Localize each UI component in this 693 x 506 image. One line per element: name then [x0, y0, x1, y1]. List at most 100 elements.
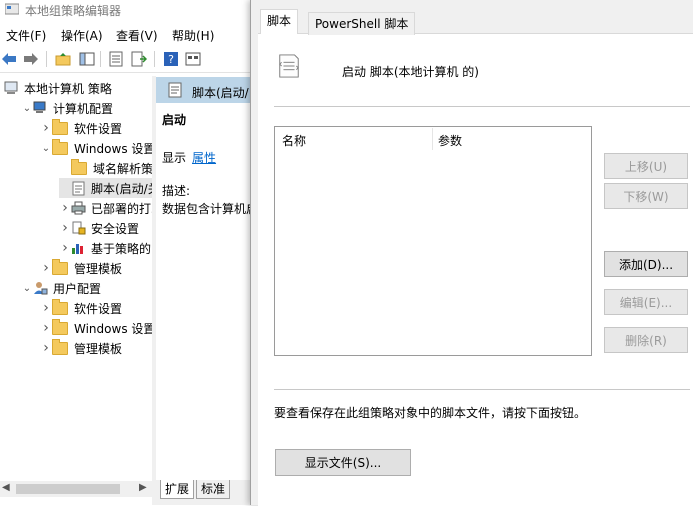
tab-scripts[interactable]: 脚本	[260, 9, 299, 34]
chevron-down-icon[interactable]: ⌄	[40, 143, 52, 154]
chevron-down-icon[interactable]: ⌄	[21, 103, 33, 114]
tree-item-label: 软件设置	[74, 301, 123, 316]
menu-bar: 文件(F) 操作(A) 查看(V) 帮助(H)	[0, 22, 252, 44]
tree-item-label: 已部署的打印	[91, 201, 152, 216]
separator-line	[274, 389, 690, 390]
tree-item-label: Windows 设置	[74, 141, 152, 156]
tree-item[interactable]: › 软件设置	[40, 118, 122, 138]
folder-icon	[52, 118, 68, 135]
chart-icon	[71, 241, 86, 255]
description-label: 描述:	[162, 184, 191, 198]
filter-view-icon[interactable]	[184, 50, 202, 68]
chevron-right-icon[interactable]: ›	[40, 340, 52, 356]
tree-item[interactable]: › 已部署的打印	[59, 198, 152, 218]
tree-item-label: 管理模板	[74, 261, 123, 276]
scripts-list[interactable]	[274, 126, 592, 356]
chevron-right-icon[interactable]: ›	[59, 220, 71, 236]
tree-item-label: 基于策略的 C	[91, 241, 152, 256]
detail-section-title: 启动	[162, 113, 187, 127]
tree-item-label: 管理模板	[74, 341, 123, 356]
folder-icon	[52, 258, 68, 275]
script-icon	[168, 82, 182, 98]
printer-icon	[71, 201, 86, 215]
scroll-left-icon[interactable]: ◀	[2, 482, 10, 493]
folder-icon	[52, 138, 68, 155]
column-name-header[interactable]: 名称	[282, 132, 306, 149]
title-bar: 本地组策略编辑器	[0, 0, 252, 20]
tree-item-label: Windows 设置	[74, 321, 152, 336]
tree-item[interactable]: › 软件设置	[40, 298, 122, 318]
tree-item[interactable]: 本地计算机 策略	[2, 78, 112, 98]
column-divider[interactable]	[432, 128, 433, 150]
move-up-button[interactable]: 上移(U)	[604, 153, 688, 179]
computer-icon	[33, 101, 48, 115]
chevron-right-icon[interactable]: ›	[40, 300, 52, 316]
user-icon	[33, 281, 48, 295]
chevron-right-icon[interactable]: ›	[40, 320, 52, 336]
up-folder-icon[interactable]	[54, 50, 72, 68]
computer-policy-icon	[4, 81, 19, 95]
dialog-border	[250, 0, 251, 505]
tree-item[interactable]: › 基于策略的 C	[59, 238, 152, 258]
tree-item[interactable]: 域名解析策略	[59, 158, 152, 178]
tree-item[interactable]: › Windows 设置	[40, 318, 152, 338]
show-files-button[interactable]: 显示文件(S)...	[275, 449, 411, 476]
toolbar: ?	[0, 46, 252, 73]
menu-view[interactable]: 查看(V)	[116, 27, 158, 44]
chevron-right-icon[interactable]: ›	[40, 260, 52, 276]
policy-tree[interactable]: 本地计算机 策略⌄计算机配置›软件设置⌄Windows 设置域名解析策略脚本(启…	[0, 76, 152, 480]
tree-item[interactable]: › 安全设置	[59, 218, 139, 238]
tab-powershell-scripts[interactable]: PowerShell 脚本	[308, 12, 416, 35]
tree-item-label: 域名解析策略	[93, 161, 152, 176]
folder-icon	[71, 158, 87, 175]
move-down-button[interactable]: 下移(W)	[604, 183, 688, 209]
tree-item[interactable]: ⌄ 计算机配置	[21, 98, 113, 118]
menu-file[interactable]: 文件(F)	[6, 27, 46, 44]
folder-icon	[52, 298, 68, 315]
chevron-right-icon[interactable]: ›	[59, 240, 71, 256]
detail-header-title: 脚本(启动/	[192, 86, 249, 100]
chevron-right-icon[interactable]: ›	[40, 120, 52, 136]
tab-extended[interactable]: 扩展	[160, 480, 195, 499]
menu-action[interactable]: 操作(A)	[61, 27, 103, 44]
detail-pane	[156, 76, 252, 480]
show-label: 显示	[162, 151, 187, 165]
properties-link[interactable]: 属性	[192, 151, 216, 165]
add-button[interactable]: 添加(D)...	[604, 251, 688, 277]
tree-item-label: 本地计算机 策略	[24, 81, 112, 96]
tree-item[interactable]: ⌄ 用户配置	[21, 278, 101, 298]
tree-item-label: 计算机配置	[53, 101, 114, 116]
folder-icon	[52, 338, 68, 355]
back-arrow-icon[interactable]	[0, 50, 18, 68]
tab-standard[interactable]: 标准	[196, 480, 231, 499]
export-list-icon[interactable]	[130, 50, 148, 68]
tree-item[interactable]: › 管理模板	[40, 258, 122, 278]
show-hide-tree-icon[interactable]	[78, 50, 96, 68]
properties-page-icon[interactable]	[107, 50, 125, 68]
security-icon	[71, 221, 86, 235]
tree-item[interactable]: 脚本(启动/关	[59, 178, 152, 198]
folder-icon	[52, 318, 68, 335]
help-icon[interactable]: ?	[162, 50, 180, 68]
tree-item[interactable]: ⌄ Windows 设置	[40, 138, 152, 158]
script-icon	[71, 181, 86, 195]
remove-button[interactable]: 删除(R)	[604, 327, 688, 353]
column-params-header[interactable]: 参数	[438, 132, 462, 149]
chevron-down-icon[interactable]: ⌄	[21, 283, 33, 294]
edit-button[interactable]: 编辑(E)...	[604, 289, 688, 315]
show-files-hint: 要查看保存在此组策略对象中的脚本文件，请按下面按钮。	[274, 406, 587, 420]
chevron-right-icon[interactable]: ›	[59, 200, 71, 216]
svg-text:?: ?	[168, 53, 174, 66]
tree-item-label: 脚本(启动/关	[91, 181, 152, 196]
forward-arrow-icon[interactable]	[22, 50, 40, 68]
script-file-icon	[279, 54, 299, 78]
menu-help[interactable]: 帮助(H)	[172, 27, 214, 44]
toolbar-separator	[100, 51, 101, 67]
tree-item-label: 用户配置	[53, 281, 102, 296]
tree-item-label: 软件设置	[74, 121, 123, 136]
description-text: 数据包含计算机启	[162, 202, 259, 216]
tree-item[interactable]: › 管理模板	[40, 338, 122, 358]
scrollbar-thumb[interactable]	[16, 484, 120, 494]
scroll-right-icon[interactable]: ▶	[139, 482, 147, 493]
tree-item-label: 安全设置	[91, 221, 140, 236]
